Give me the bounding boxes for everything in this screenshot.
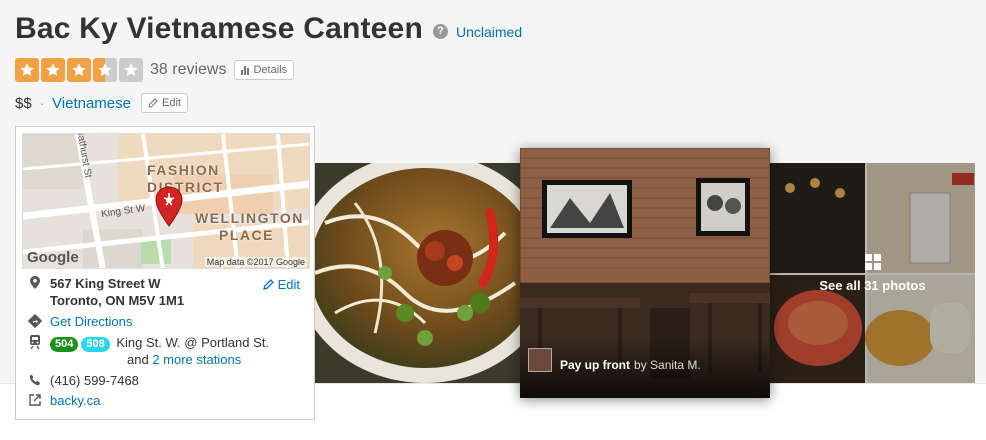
map-area-label: FASHION [147, 162, 220, 178]
photo-see-all[interactable]: See all 31 photos [770, 163, 975, 383]
get-directions-link[interactable]: Get Directions [50, 314, 132, 329]
address-line-2: Toronto, ON M5V 1M1 [50, 293, 185, 308]
map-box: Bathurst St King St W FASHION DISTRICT W… [15, 126, 315, 420]
half-star-icon [93, 58, 117, 82]
address-line-1: 567 King Street W [50, 276, 161, 291]
transit-info: 504 508 King St. W. @ Portland St. and 2 … [50, 335, 269, 368]
see-all-label: See all 31 photos [819, 277, 926, 293]
map-credit: Map data ©2017 Google [204, 257, 307, 267]
google-logo: Google [27, 249, 79, 266]
unclaimed-link[interactable]: Unclaimed [456, 24, 522, 40]
photo-interior[interactable]: Pay up front by Sanita M. [520, 148, 770, 398]
phone-row: (416) 599-7468 [28, 373, 139, 388]
directions-icon [28, 314, 42, 328]
photo-caption: Pay up front by Sanita M. [520, 338, 770, 398]
phone-icon [28, 373, 42, 387]
pencil-icon [262, 279, 274, 290]
details-button[interactable]: Details [234, 60, 295, 80]
address-row: 567 King Street W Toronto, ON M5V 1M1 [28, 275, 184, 309]
review-count: 38 reviews [150, 61, 227, 78]
category-link[interactable]: Vietnamese [52, 95, 131, 112]
map-area-label: WELLINGTON [195, 210, 304, 226]
separator-dot: · [39, 95, 45, 111]
website-link[interactable]: backy.ca [50, 393, 100, 408]
external-link-icon [28, 393, 42, 407]
star-icon [41, 58, 65, 82]
star-rating [15, 58, 143, 82]
directions-row: Get Directions [28, 314, 132, 329]
business-title: Bac Ky Vietnamese Canteen [15, 12, 423, 45]
food-photo-graphic [315, 163, 520, 383]
edit-address-link[interactable]: Edit [262, 277, 300, 292]
more-stations-link[interactable]: 2 more stations [152, 352, 241, 367]
map-area-label: PLACE [219, 227, 274, 243]
transit-badge: 508 [81, 337, 110, 352]
edit-category-button[interactable]: Edit [140, 93, 188, 113]
title-row: Bac Ky Vietnamese Canteen ? Unclaimed [15, 12, 522, 46]
transit-row: 504 508 King St. W. @ Portland St. and 2 … [28, 335, 269, 368]
map-pin-icon[interactable] [154, 186, 184, 228]
transit-more-prefix: and [127, 352, 149, 367]
grid-icon [864, 253, 881, 270]
see-all-photos[interactable]: See all 31 photos [770, 163, 975, 383]
star-icon [119, 58, 143, 82]
user-avatar [528, 348, 552, 372]
phone-number: (416) 599-7468 [50, 373, 139, 388]
photo-food[interactable] [315, 163, 520, 383]
address: 567 King Street W Toronto, ON M5V 1M1 [50, 275, 184, 309]
caption-author: by Sanita M. [634, 358, 701, 372]
question-icon[interactable]: ? [432, 23, 448, 39]
transit-badge: 504 [50, 337, 79, 352]
category-row: $$ · Vietnamese Edit [15, 93, 188, 113]
edit-label: Edit [161, 97, 181, 109]
star-icon [15, 58, 39, 82]
pencil-icon [148, 98, 158, 108]
train-icon [28, 335, 42, 349]
bar-chart-icon [241, 65, 250, 75]
star-icon [67, 58, 91, 82]
rating-row: 38 reviews Details [15, 58, 295, 82]
marker-icon [28, 275, 42, 289]
caption-title: Pay up front [560, 358, 631, 372]
details-label: Details [253, 64, 288, 76]
transit-stop: King St. W. @ Portland St. [116, 335, 269, 350]
map[interactable]: Bathurst St King St W FASHION DISTRICT W… [22, 133, 310, 269]
price-range: $$ [15, 94, 32, 112]
website-row: backy.ca [28, 393, 100, 408]
edit-address-label: Edit [277, 277, 300, 292]
